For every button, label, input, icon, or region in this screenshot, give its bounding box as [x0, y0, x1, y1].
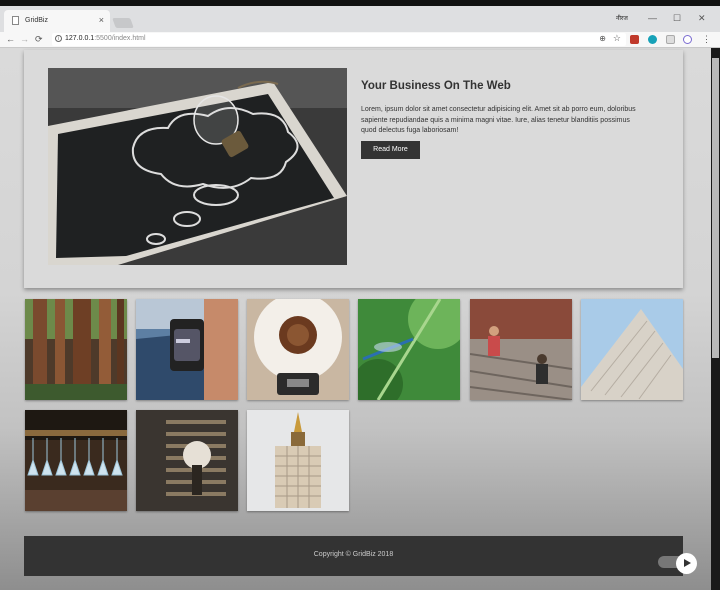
tab-close-icon[interactable]: ×	[99, 15, 104, 25]
extension-red-icon[interactable]	[630, 35, 639, 44]
footer-copyright: Copyright © GridBiz 2018	[313, 551, 394, 558]
bookmark-star-icon[interactable]: ☆	[613, 33, 621, 44]
extension-grey-icon[interactable]	[666, 35, 675, 44]
page-icon	[12, 16, 19, 25]
play-icon[interactable]	[676, 553, 697, 574]
feature-image-lightbulb	[48, 68, 347, 265]
gallery-image-woman-steps[interactable]	[470, 299, 572, 400]
gallery-image-building[interactable]	[581, 299, 683, 400]
back-icon[interactable]: ←	[6, 34, 15, 44]
feature-description: Lorem, ipsum dolor sit amet consectetur …	[361, 106, 636, 134]
gallery-image-coffee[interactable]	[247, 299, 349, 400]
scrollbar-thumb[interactable]	[712, 58, 719, 358]
page-footer: Copyright © GridBiz 2018	[24, 536, 683, 576]
gallery-image-redwood-forest[interactable]	[25, 299, 127, 400]
tab-strip: GridBiz × नीरज — ☐ ✕	[0, 6, 720, 32]
maximize-icon[interactable]: ☐	[673, 13, 681, 24]
url-text: 127.0.0.1:5500/index.html	[65, 35, 146, 42]
tab-title: GridBiz	[25, 17, 48, 24]
gallery-image-wine-glasses[interactable]	[25, 410, 127, 511]
gallery-image-tower[interactable]	[247, 410, 349, 511]
new-tab-button[interactable]	[112, 18, 134, 28]
feature-title: Your Business On The Web	[361, 80, 511, 92]
site-info-icon[interactable]: i	[55, 35, 62, 42]
gallery-image-dragonfly[interactable]	[358, 299, 460, 400]
forward-icon[interactable]: →	[20, 34, 29, 44]
page-viewport: Your Business On The Web Lorem, ipsum do…	[0, 48, 711, 590]
gallery-image-person-shutters[interactable]	[136, 410, 238, 511]
url-host: 127.0.0.1	[65, 35, 95, 42]
address-bar[interactable]: i 127.0.0.1:5500/index.html ⊕ ☆	[52, 33, 626, 46]
url-path: :5500/index.html	[94, 35, 146, 42]
page-scrollbar[interactable]	[711, 48, 720, 590]
read-more-button[interactable]: Read More	[361, 141, 420, 159]
reload-icon[interactable]: ⟳	[35, 34, 43, 45]
browser-toolbar: ← → ⟳ i 127.0.0.1:5500/index.html ⊕ ☆ ⋮	[0, 32, 720, 48]
window-close-icon[interactable]: ✕	[698, 13, 706, 24]
profile-name[interactable]: नीरज	[616, 14, 628, 22]
extension-purple-icon[interactable]	[683, 35, 692, 44]
extension-teal-icon[interactable]	[648, 35, 657, 44]
zoom-icon[interactable]: ⊕	[599, 34, 606, 43]
minimize-icon[interactable]: —	[648, 13, 657, 23]
gallery-image-smartwatch[interactable]	[136, 299, 238, 400]
browser-menu-icon[interactable]: ⋮	[702, 34, 711, 45]
feature-section: Your Business On The Web Lorem, ipsum do…	[24, 50, 683, 288]
browser-tab[interactable]: GridBiz ×	[4, 10, 110, 32]
